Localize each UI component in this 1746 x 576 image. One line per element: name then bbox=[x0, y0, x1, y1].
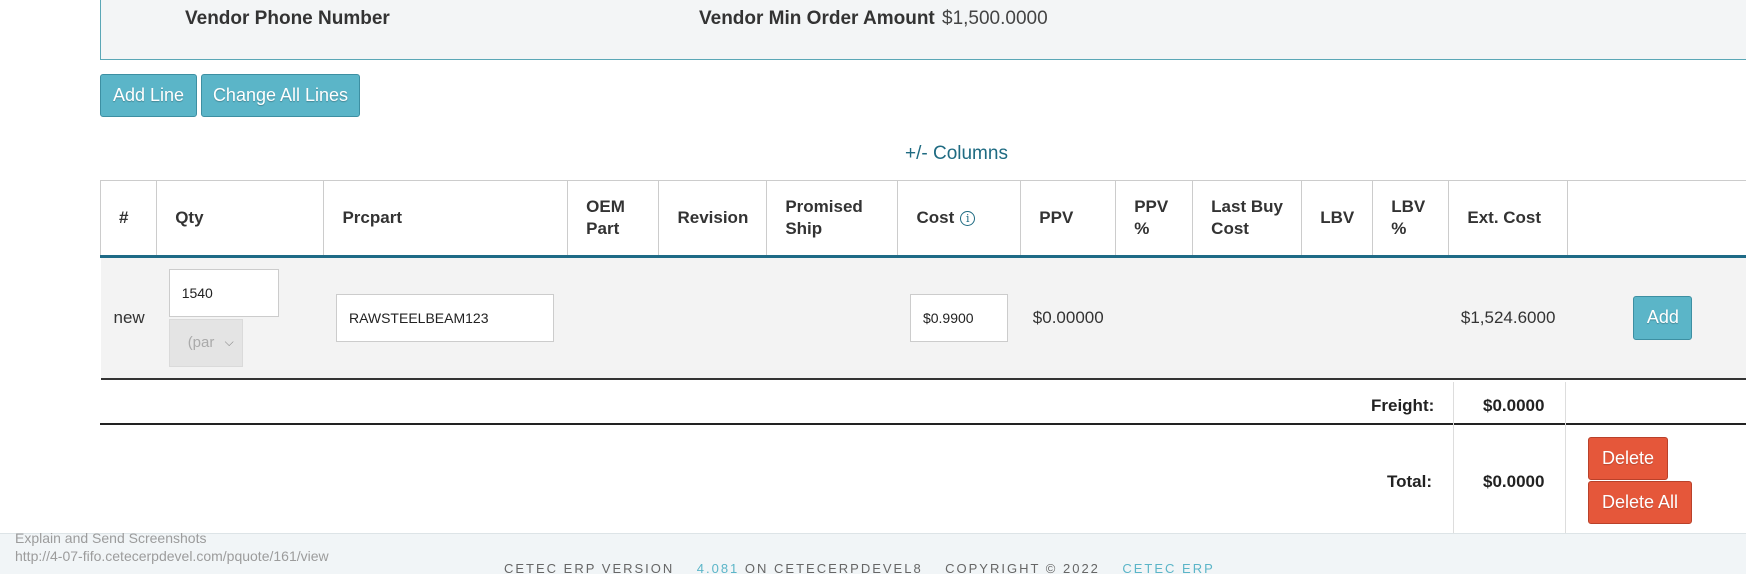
unit-select-placeholder: (par bbox=[188, 334, 215, 351]
vendor-phone-label: Vendor Phone Number bbox=[185, 8, 390, 30]
columns-toggle-link[interactable]: +/- Columns bbox=[905, 143, 1008, 165]
col-header-lbv-percent: LBV% bbox=[1373, 181, 1449, 257]
cost-cell bbox=[898, 257, 1021, 379]
summary-divider bbox=[100, 423, 1746, 425]
qty-cell: (par ⌵ bbox=[157, 257, 324, 379]
vendor-min-order-label: Vendor Min Order Amount bbox=[699, 8, 935, 30]
vendor-min-order-value: $1,500.0000 bbox=[942, 8, 1048, 30]
revision-cell bbox=[659, 257, 767, 379]
oem-part-cell bbox=[568, 257, 659, 379]
footer-host: ON CETECERPDEVEL8 bbox=[745, 561, 923, 576]
col-header-ppv: PPV bbox=[1021, 181, 1116, 257]
vendor-info-panel: Vendor Phone Number Vendor Min Order Amo… bbox=[100, 0, 1746, 60]
total-value: $0.0000 bbox=[1483, 472, 1544, 492]
col-header-lbv: LBV bbox=[1302, 181, 1373, 257]
footer-version-prefix: CETEC ERP VERSION bbox=[504, 561, 674, 576]
chevron-down-icon: ⌵ bbox=[225, 335, 234, 350]
extension-overlay: Explain and Send Screenshots http://4-07… bbox=[0, 529, 329, 565]
unit-select[interactable]: (par ⌵ bbox=[169, 319, 243, 367]
col-header-ext-cost: Ext. Cost bbox=[1449, 181, 1568, 257]
actions-cell: Add bbox=[1567, 257, 1746, 379]
col-header-cost: Costi bbox=[898, 181, 1021, 257]
promised-ship-cell bbox=[767, 257, 898, 379]
info-icon[interactable]: i bbox=[960, 211, 975, 226]
lbv-cell bbox=[1302, 257, 1373, 379]
col-header-promised-ship: PromisedShip bbox=[767, 181, 898, 257]
summary-divider-right bbox=[1565, 382, 1566, 533]
extension-overlay-title: Explain and Send Screenshots bbox=[15, 529, 329, 547]
footer-text: CETEC ERP VERSION 4.081 ON CETECERPDEVEL… bbox=[504, 561, 1215, 576]
last-buy-cost-cell bbox=[1193, 257, 1302, 379]
cost-input[interactable] bbox=[910, 294, 1008, 342]
line-items-table: # Qty Prcpart OEMPart Revision PromisedS… bbox=[100, 180, 1746, 380]
delete-all-button[interactable]: Delete All bbox=[1588, 481, 1692, 524]
row-label: new bbox=[101, 257, 157, 379]
col-header-ppv-percent: PPV% bbox=[1116, 181, 1193, 257]
lbv-percent-cell bbox=[1373, 257, 1449, 379]
col-header-oem-part: OEMPart bbox=[568, 181, 659, 257]
freight-value: $0.0000 bbox=[1483, 396, 1544, 416]
qty-input[interactable] bbox=[169, 269, 279, 317]
col-header-prcpart: Prcpart bbox=[324, 181, 568, 257]
footer-copyright: COPYRIGHT © 2022 bbox=[945, 561, 1100, 576]
add-line-button[interactable]: Add Line bbox=[100, 74, 197, 117]
ext-cost-value: $1,524.6000 bbox=[1449, 257, 1568, 379]
summary-divider-left bbox=[1453, 382, 1454, 533]
prcpart-input[interactable] bbox=[336, 294, 554, 342]
change-all-lines-button[interactable]: Change All Lines bbox=[201, 74, 360, 117]
extension-overlay-url: http://4-07-fifo.cetecerpdevel.com/pquot… bbox=[15, 547, 329, 565]
col-header-number: # bbox=[101, 181, 157, 257]
ppv-percent-cell bbox=[1116, 257, 1193, 379]
ppv-value: $0.00000 bbox=[1021, 257, 1116, 379]
col-header-revision: Revision bbox=[659, 181, 767, 257]
add-row-button[interactable]: Add bbox=[1633, 296, 1692, 340]
prcpart-cell bbox=[324, 257, 568, 379]
col-header-last-buy-cost: Last BuyCost bbox=[1193, 181, 1302, 257]
col-header-qty: Qty bbox=[157, 181, 324, 257]
total-label: Total: bbox=[1387, 472, 1432, 492]
freight-label: Freight: bbox=[1371, 396, 1434, 416]
col-header-actions bbox=[1567, 181, 1746, 257]
delete-button[interactable]: Delete bbox=[1588, 437, 1668, 480]
footer-version-link[interactable]: 4.081 bbox=[697, 561, 740, 576]
table-header-row: # Qty Prcpart OEMPart Revision PromisedS… bbox=[101, 181, 1746, 257]
footer-brand-link[interactable]: CETEC ERP bbox=[1122, 561, 1214, 576]
table-row-new: new (par ⌵ $0.00000 bbox=[101, 257, 1746, 379]
